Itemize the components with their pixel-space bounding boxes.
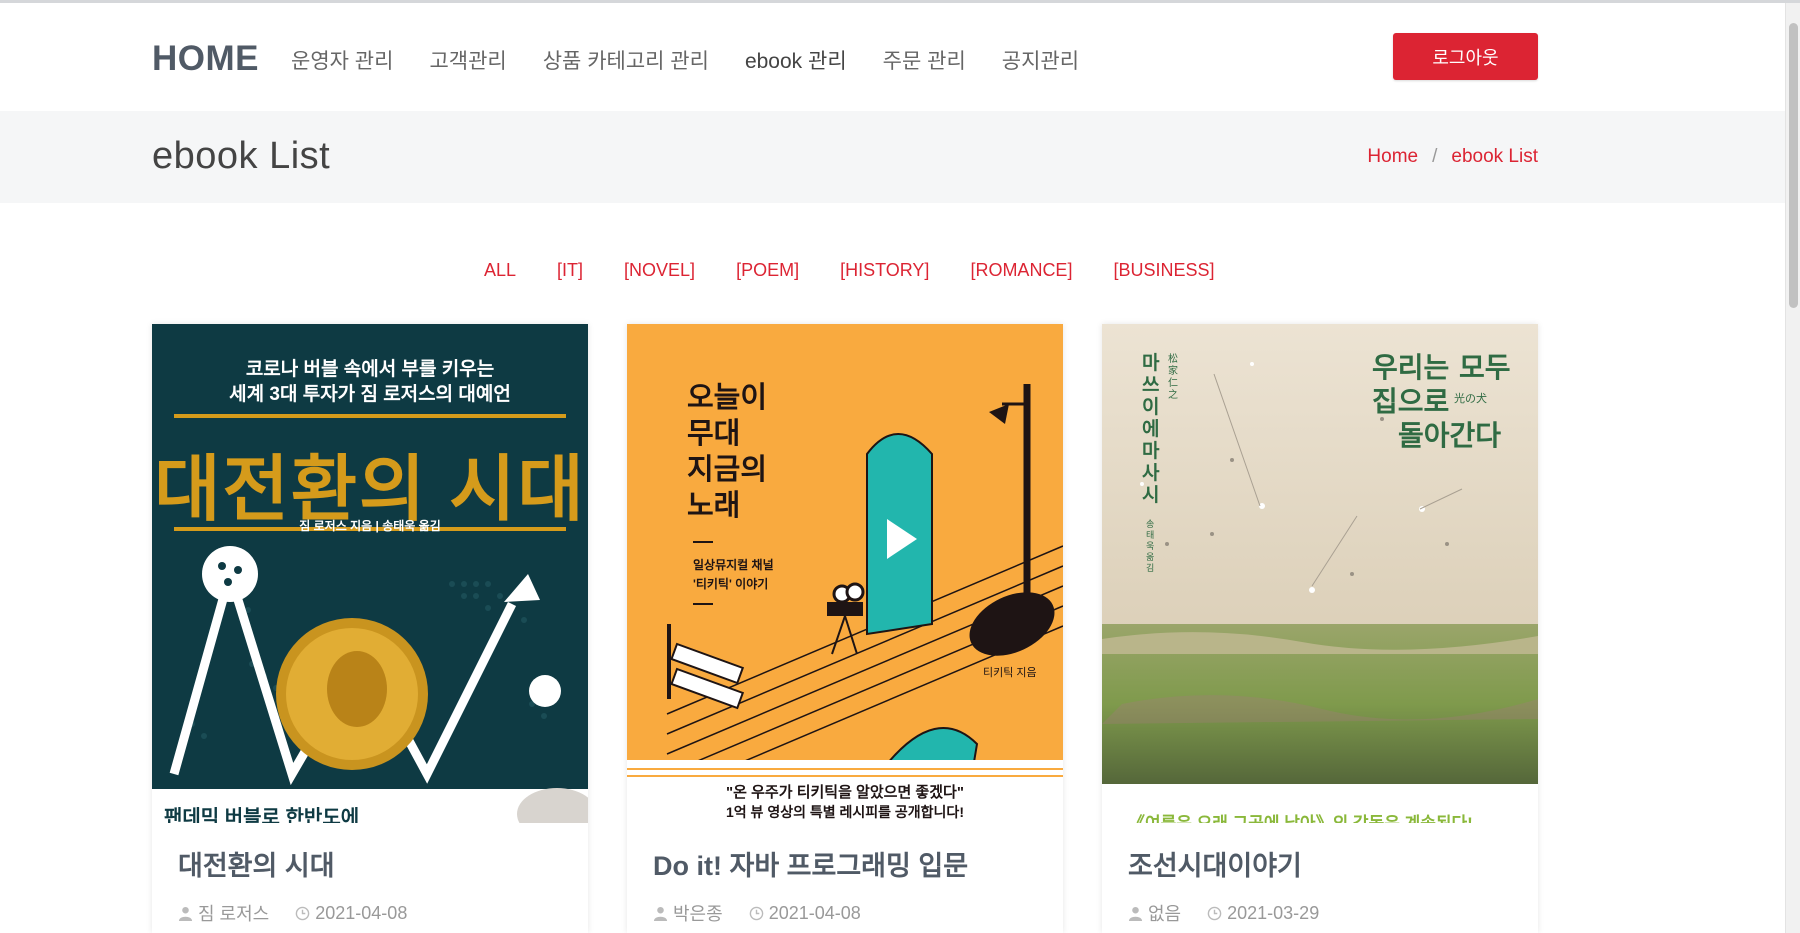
book-title[interactable]: Do it! 자바 프로그래밍 입문 — [653, 844, 968, 883]
book-author: 없음 — [1148, 904, 1182, 924]
book-date: 2021-04-08 — [768, 902, 861, 923]
cover-title-line-3: 지금의 — [687, 454, 768, 486]
book-title[interactable]: 조선시대이야기 — [1128, 844, 1302, 883]
book-cover-image[interactable]: 코로나 버블 속에서 부를 키우는 세계 3대 투자가 짐 로저스의 대예언 대… — [152, 324, 588, 823]
clock-icon — [295, 906, 310, 920]
filter-romance[interactable]: [ROMANCE] — [970, 260, 1072, 281]
cover-top-line-1: 코로나 버블 속에서 부를 키우는 — [245, 359, 495, 380]
book-author: 짐 로저스 — [198, 904, 270, 924]
cover-author-jp: 松家仁之 — [1168, 354, 1178, 401]
book-cover-image[interactable]: 오늘이 무대 지금의 노래 일상뮤지컬 채널 '티키틱' 이야기 티키틱 지음 … — [627, 324, 1063, 823]
cover-bottom-text: 팬데믹 버블로 한반도에 — [164, 807, 360, 823]
main-nav: 운영자 관리 고객관리 상품 카테고리 관리 ebook 관리 주문 관리 공지… — [291, 45, 1079, 75]
clock-icon — [749, 906, 763, 920]
book-card[interactable]: 코로나 버블 속에서 부를 키우는 세계 3대 투자가 짐 로저스의 대예언 대… — [152, 324, 588, 933]
filter-business[interactable]: [BUSINESS] — [1113, 260, 1214, 281]
breadcrumb-home-link[interactable]: Home — [1367, 146, 1418, 168]
cover-bottom-1: "온 우주가 티키틱을 알았으면 좋겠다" — [726, 784, 964, 801]
cover-sub-1: 일상뮤지컬 채널 — [693, 558, 774, 572]
scrollbar-thumb[interactable] — [1789, 23, 1798, 308]
nav-category-manage[interactable]: 상품 카테고리 관리 — [543, 45, 709, 75]
book-meta: 없음 2021-03-29 — [1128, 900, 1319, 926]
filter-it[interactable]: [IT] — [557, 260, 583, 281]
category-filters: ALL [IT] [NOVEL] [POEM] [HISTORY] [ROMAN… — [484, 260, 1214, 281]
book-author: 박은종 — [673, 904, 723, 924]
book-card[interactable]: 오늘이 무대 지금의 노래 일상뮤지컬 채널 '티키틱' 이야기 티키틱 지음 … — [627, 324, 1063, 933]
book-cover-image[interactable]: 우리는 모두 집으로 光の犬 돌아간다 마쓰이에 마사시 松家仁之 송태욱 옮김… — [1102, 324, 1538, 823]
cover-bottom-2: 1억 뷰 영상의 특별 레시피를 공개합니다! — [726, 804, 964, 820]
cover-bottom-text: 《여름은 오래 그곳에 남아》의 감동은 계속된다! — [1128, 809, 1473, 823]
clock-icon — [1207, 906, 1222, 920]
cover-big-title: 오늘이 무대 지금의 노래 — [687, 380, 767, 524]
cover-author-vertical: 마쓰이에 마사시 — [1142, 352, 1160, 506]
page-scrollbar[interactable] — [1785, 3, 1800, 933]
breadcrumb-current[interactable]: ebook List — [1451, 146, 1538, 168]
brand-home-link[interactable]: HOME — [152, 39, 259, 79]
cover-credit: 짐 로저스 지음 | 송태욱 옮김 — [299, 519, 441, 533]
nav-notice-manage[interactable]: 공지관리 — [1002, 45, 1079, 75]
cover-title-3: 돌아간다 — [1398, 419, 1502, 452]
filter-poem[interactable]: [POEM] — [736, 260, 799, 281]
filter-all[interactable]: ALL — [484, 260, 516, 281]
breadcrumb-separator: / — [1432, 146, 1438, 167]
user-icon — [1128, 906, 1143, 921]
nav-order-manage[interactable]: 주문 관리 — [883, 45, 966, 75]
page-title: ebook List — [152, 135, 331, 177]
cover-top-line-2: 세계 3대 투자가 짐 로저스의 대예언 — [229, 384, 511, 405]
book-meta: 박은종 2021-04-08 — [653, 900, 861, 926]
book-date: 2021-03-29 — [1227, 902, 1320, 923]
user-icon — [653, 906, 668, 921]
nav-customer-manage[interactable]: 고객관리 — [429, 45, 506, 75]
breadcrumb: Home / ebook List — [1367, 146, 1538, 168]
cover-sub-2: '티키틱' 이야기 — [693, 577, 769, 591]
book-card[interactable]: 우리는 모두 집으로 光の犬 돌아간다 마쓰이에 마사시 松家仁之 송태욱 옮김… — [1102, 324, 1538, 933]
cover-credit: 티키틱 지음 — [983, 667, 1037, 679]
cover-translator: 송태욱 옮김 — [1146, 520, 1155, 574]
book-meta: 짐 로저스 2021-04-08 — [178, 900, 407, 926]
cover-title-line-1: 오늘이 — [687, 382, 768, 414]
filter-novel[interactable]: [NOVEL] — [624, 260, 695, 281]
cover-title-2-jp: 光の犬 — [1454, 392, 1487, 405]
page-title-bar: ebook List Home / ebook List — [0, 111, 1785, 203]
logout-button[interactable]: 로그아웃 — [1393, 33, 1538, 80]
cover-title-line-2: 무대 — [687, 418, 741, 450]
book-date: 2021-04-08 — [315, 902, 408, 923]
filter-history[interactable]: [HISTORY] — [840, 260, 929, 281]
user-icon — [178, 906, 193, 921]
top-navbar: HOME 운영자 관리 고객관리 상품 카테고리 관리 ebook 관리 주문 … — [0, 3, 1785, 111]
nav-admin-manage[interactable]: 운영자 관리 — [291, 45, 393, 75]
nav-ebook-manage[interactable]: ebook 관리 — [745, 45, 847, 75]
book-title[interactable]: 대전환의 시대 — [178, 844, 335, 883]
cover-title-line-4: 노래 — [687, 490, 741, 522]
